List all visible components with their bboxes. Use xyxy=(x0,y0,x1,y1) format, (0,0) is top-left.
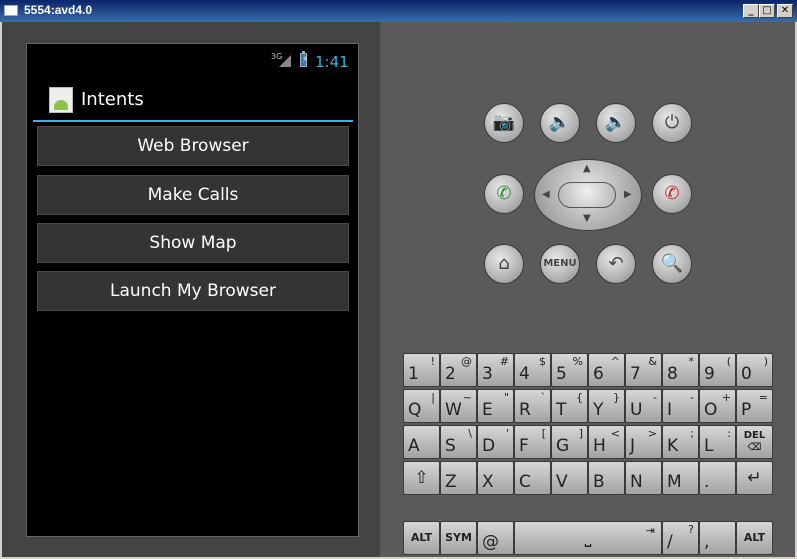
maximize-button[interactable]: □ xyxy=(759,4,775,18)
charging-icon: ⚡ xyxy=(302,55,309,65)
key[interactable]: G] xyxy=(551,425,588,459)
key[interactable]: M xyxy=(662,461,699,495)
key[interactable]: 7 & xyxy=(625,353,662,387)
key[interactable]: 3 # xyxy=(477,353,514,387)
shift-key[interactable]: ⇧ xyxy=(403,461,440,495)
home-icon: ⌂ xyxy=(498,253,510,274)
dpad-up-icon[interactable]: ▲ xyxy=(583,164,591,174)
search-button[interactable]: 🔍 xyxy=(652,244,692,284)
key[interactable]: T{ xyxy=(551,389,588,423)
hardware-keyboard: 1! 2 @ 3 # 4 $ 5% 6 ^ 7 & 8 * 9( 0) Q | W ~ E " R… xyxy=(403,353,774,557)
hang-up-icon: ✆ xyxy=(664,183,680,204)
space-key[interactable]: ⎵ ⇥ xyxy=(514,521,662,555)
back-button[interactable]: ↶ xyxy=(596,244,636,284)
camera-button[interactable]: 📷 xyxy=(484,103,524,143)
key[interactable]: 1! xyxy=(403,353,440,387)
key[interactable]: A xyxy=(403,425,440,459)
status-bar: 3G ⚡ 1:41 xyxy=(27,44,358,74)
key[interactable]: 4 $ xyxy=(514,353,551,387)
key[interactable]: 5% xyxy=(551,353,588,387)
key[interactable]: H < xyxy=(588,425,625,459)
key[interactable]: Y} xyxy=(588,389,625,423)
space-icon: ⎵ xyxy=(584,528,592,548)
key[interactable]: @ xyxy=(477,521,514,555)
key[interactable]: K; xyxy=(662,425,699,459)
device-screen: 3G ⚡ 1:41 Intents Web Browser Make Calls… xyxy=(26,43,359,537)
key[interactable]: E " xyxy=(477,389,514,423)
action-bar: Intents xyxy=(27,74,358,122)
app-title: Intents xyxy=(81,89,144,110)
volume-up-button[interactable]: 🔊 xyxy=(596,103,636,143)
key[interactable]: V xyxy=(551,461,588,495)
alt-key-left[interactable]: ALT xyxy=(403,521,440,555)
key[interactable]: B xyxy=(588,461,625,495)
app-launcher-icon xyxy=(49,87,73,113)
call-button[interactable]: ✆ xyxy=(484,174,524,214)
volume-down-button[interactable]: 🔉 xyxy=(540,103,580,143)
key[interactable]: I- xyxy=(662,389,699,423)
web-browser-button[interactable]: Web Browser xyxy=(37,126,349,166)
phone-icon: ✆ xyxy=(496,183,512,204)
power-button[interactable]: ⏻ xyxy=(652,103,692,143)
dpad-down-icon[interactable]: ▼ xyxy=(583,214,591,224)
signal-icon xyxy=(279,55,291,67)
key[interactable]: D ' xyxy=(477,425,514,459)
minimize-button[interactable]: _ xyxy=(743,4,759,18)
key[interactable]: 9( xyxy=(699,353,736,387)
menu-button[interactable]: MENU xyxy=(540,244,580,284)
key[interactable]: W ~ xyxy=(440,389,477,423)
key[interactable]: X xyxy=(477,461,514,495)
back-icon: ↶ xyxy=(608,253,624,274)
home-button[interactable]: ⌂ xyxy=(484,244,524,284)
volume-up-icon: 🔊 xyxy=(604,112,628,133)
window-icon xyxy=(4,5,18,16)
battery-icon: ⚡ xyxy=(300,51,309,67)
search-icon: 🔍 xyxy=(660,253,684,274)
key[interactable]: O + xyxy=(699,389,736,423)
show-map-button[interactable]: Show Map xyxy=(37,223,349,263)
enter-icon: ↵ xyxy=(747,468,762,488)
window-titlebar: 5554:avd4.0 _ □ ✕ xyxy=(0,0,797,22)
key[interactable]: , xyxy=(699,521,736,555)
key[interactable]: S \ xyxy=(440,425,477,459)
sym-key[interactable]: SYM xyxy=(440,521,477,555)
status-clock: 1:41 xyxy=(315,53,349,71)
make-calls-button[interactable]: Make Calls xyxy=(37,175,349,215)
key[interactable]: 2 @ xyxy=(440,353,477,387)
delete-key[interactable]: DEL ⌫ xyxy=(736,425,773,459)
key[interactable]: . xyxy=(699,461,736,495)
key[interactable]: L: xyxy=(699,425,736,459)
key[interactable]: /? xyxy=(662,521,699,555)
window-title: 5554:avd4.0 xyxy=(24,3,93,17)
key[interactable]: P = xyxy=(736,389,773,423)
key[interactable]: F[ xyxy=(514,425,551,459)
emulator-body: 3G ⚡ 1:41 Intents Web Browser Make Calls… xyxy=(2,22,795,557)
key[interactable]: 0) xyxy=(736,353,773,387)
launch-my-browser-button[interactable]: Launch My Browser xyxy=(37,271,349,311)
dpad-left-icon[interactable]: ◀ xyxy=(542,190,550,200)
key[interactable]: J > xyxy=(625,425,662,459)
end-call-button[interactable]: ✆ xyxy=(652,174,692,214)
dpad-right-icon[interactable]: ▶ xyxy=(624,190,632,200)
shift-icon: ⇧ xyxy=(414,468,429,488)
enter-key[interactable]: ↵ xyxy=(736,461,773,495)
key[interactable]: 8 * xyxy=(662,353,699,387)
alt-key-right[interactable]: ALT xyxy=(736,521,773,555)
key[interactable]: 6 ^ xyxy=(588,353,625,387)
android-icon xyxy=(54,100,68,110)
action-bar-divider xyxy=(33,120,353,122)
key[interactable]: Q | xyxy=(403,389,440,423)
key[interactable]: N xyxy=(625,461,662,495)
backspace-icon: DEL ⌫ xyxy=(743,430,766,453)
key[interactable]: U- xyxy=(625,389,662,423)
volume-down-icon: 🔉 xyxy=(548,112,572,133)
dpad-center-button[interactable] xyxy=(558,182,616,208)
camera-icon: 📷 xyxy=(492,112,516,133)
power-icon: ⏻ xyxy=(664,112,680,133)
close-button[interactable]: ✕ xyxy=(777,4,793,18)
key[interactable]: C xyxy=(514,461,551,495)
key[interactable]: Z xyxy=(440,461,477,495)
key[interactable]: R ` xyxy=(514,389,551,423)
tab-icon: ⇥ xyxy=(645,524,655,537)
